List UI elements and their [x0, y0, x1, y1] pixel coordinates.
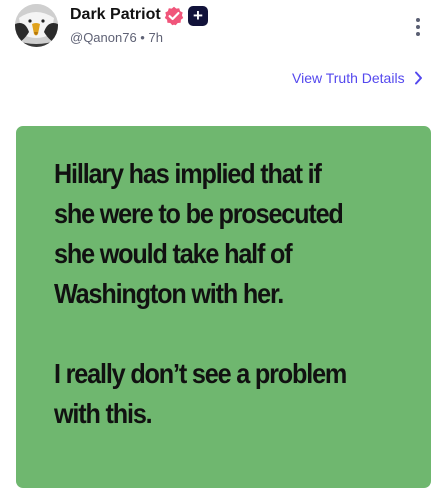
- plus-badge-icon: +: [188, 6, 208, 26]
- image-text-line: with this.: [54, 398, 153, 429]
- image-text-line: she were to be prosecuted: [54, 198, 344, 229]
- author-handle-and-time[interactable]: @Qanon76 • 7h: [70, 30, 163, 45]
- post-image[interactable]: Hillary has implied that if she were to …: [16, 126, 431, 488]
- post-image-text: Hillary has implied that if she were to …: [54, 154, 387, 434]
- avatar[interactable]: [15, 4, 58, 47]
- image-text-line: Washington with her.: [54, 278, 284, 309]
- image-text-line: I really don’t see a problem: [54, 358, 347, 389]
- view-truth-details-label: View Truth Details: [292, 70, 405, 86]
- dot-icon: [416, 18, 420, 22]
- verified-badge-icon: [164, 6, 184, 26]
- image-text-line: she would take half of: [54, 238, 293, 269]
- author-display-name[interactable]: Dark Patriot: [70, 6, 161, 24]
- image-text-line: Hillary has implied that if: [54, 158, 322, 189]
- eagle-avatar-icon: [15, 4, 58, 47]
- chevron-right-icon: [415, 71, 423, 85]
- view-truth-details-link[interactable]: View Truth Details: [292, 70, 423, 86]
- dot-icon: [416, 25, 420, 29]
- more-options-button[interactable]: [406, 12, 430, 40]
- dot-icon: [416, 32, 420, 36]
